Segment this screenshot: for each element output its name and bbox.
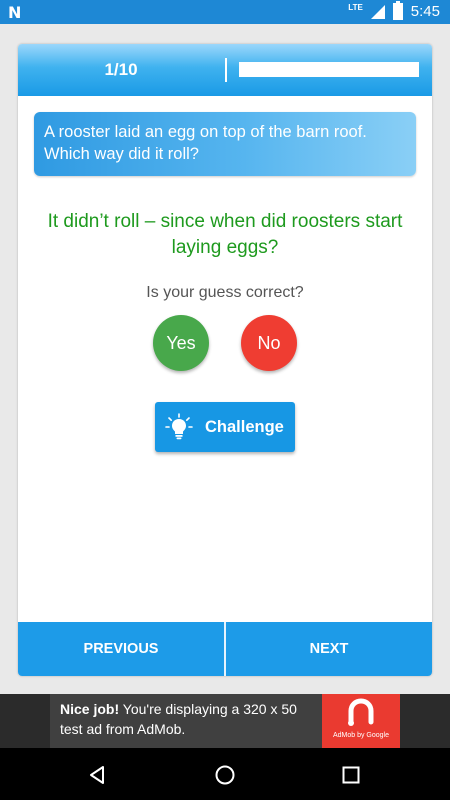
progress-bar (239, 62, 419, 77)
question-text: A rooster laid an egg on top of the barn… (34, 112, 416, 176)
previous-button[interactable]: PREVIOUS (18, 622, 224, 676)
admob-logo-icon (348, 698, 374, 726)
recents-icon[interactable] (340, 764, 362, 786)
next-button[interactable]: NEXT (226, 622, 432, 676)
lightbulb-icon (165, 413, 193, 440)
status-icons: LTE 5:45 (348, 1, 440, 20)
ad-text: Nice job! You're displaying a 320 x 50 t… (60, 699, 322, 739)
admob-logo[interactable]: AdMob by Google (322, 694, 400, 748)
battery-icon (392, 1, 403, 20)
card-footer: PREVIOUS NEXT (18, 622, 432, 676)
status-bar: N LTE 5:45 (0, 0, 450, 24)
guess-prompt: Is your guess correct? (146, 284, 304, 301)
ad-headline: Nice job! (60, 701, 120, 717)
network-type: LTE (348, 3, 363, 12)
yes-button[interactable]: Yes (153, 315, 209, 371)
question-counter: 1/10 (104, 60, 138, 79)
ad-logo-text: AdMob by Google (332, 732, 390, 739)
challenge-label: Challenge (205, 418, 284, 436)
progress-fill (239, 62, 257, 77)
answer-text: It didn’t roll – since when did roosters… (47, 211, 403, 258)
navigation-bar (0, 748, 450, 800)
home-icon[interactable] (214, 764, 236, 786)
ad-banner[interactable]: Nice job! You're displaying a 320 x 50 t… (0, 694, 450, 748)
notification-icon: N (8, 3, 22, 22)
card-header: 1/10 (18, 44, 432, 96)
ad-content[interactable]: Nice job! You're displaying a 320 x 50 t… (50, 694, 400, 748)
header-divider (225, 58, 227, 82)
quiz-card: 1/10 A rooster laid an egg on top of the… (18, 44, 432, 676)
back-icon[interactable] (86, 764, 108, 786)
challenge-button[interactable]: Challenge (155, 402, 295, 452)
clock: 5:45 (410, 3, 440, 20)
no-button[interactable]: No (241, 315, 297, 371)
signal-icon (370, 4, 385, 19)
